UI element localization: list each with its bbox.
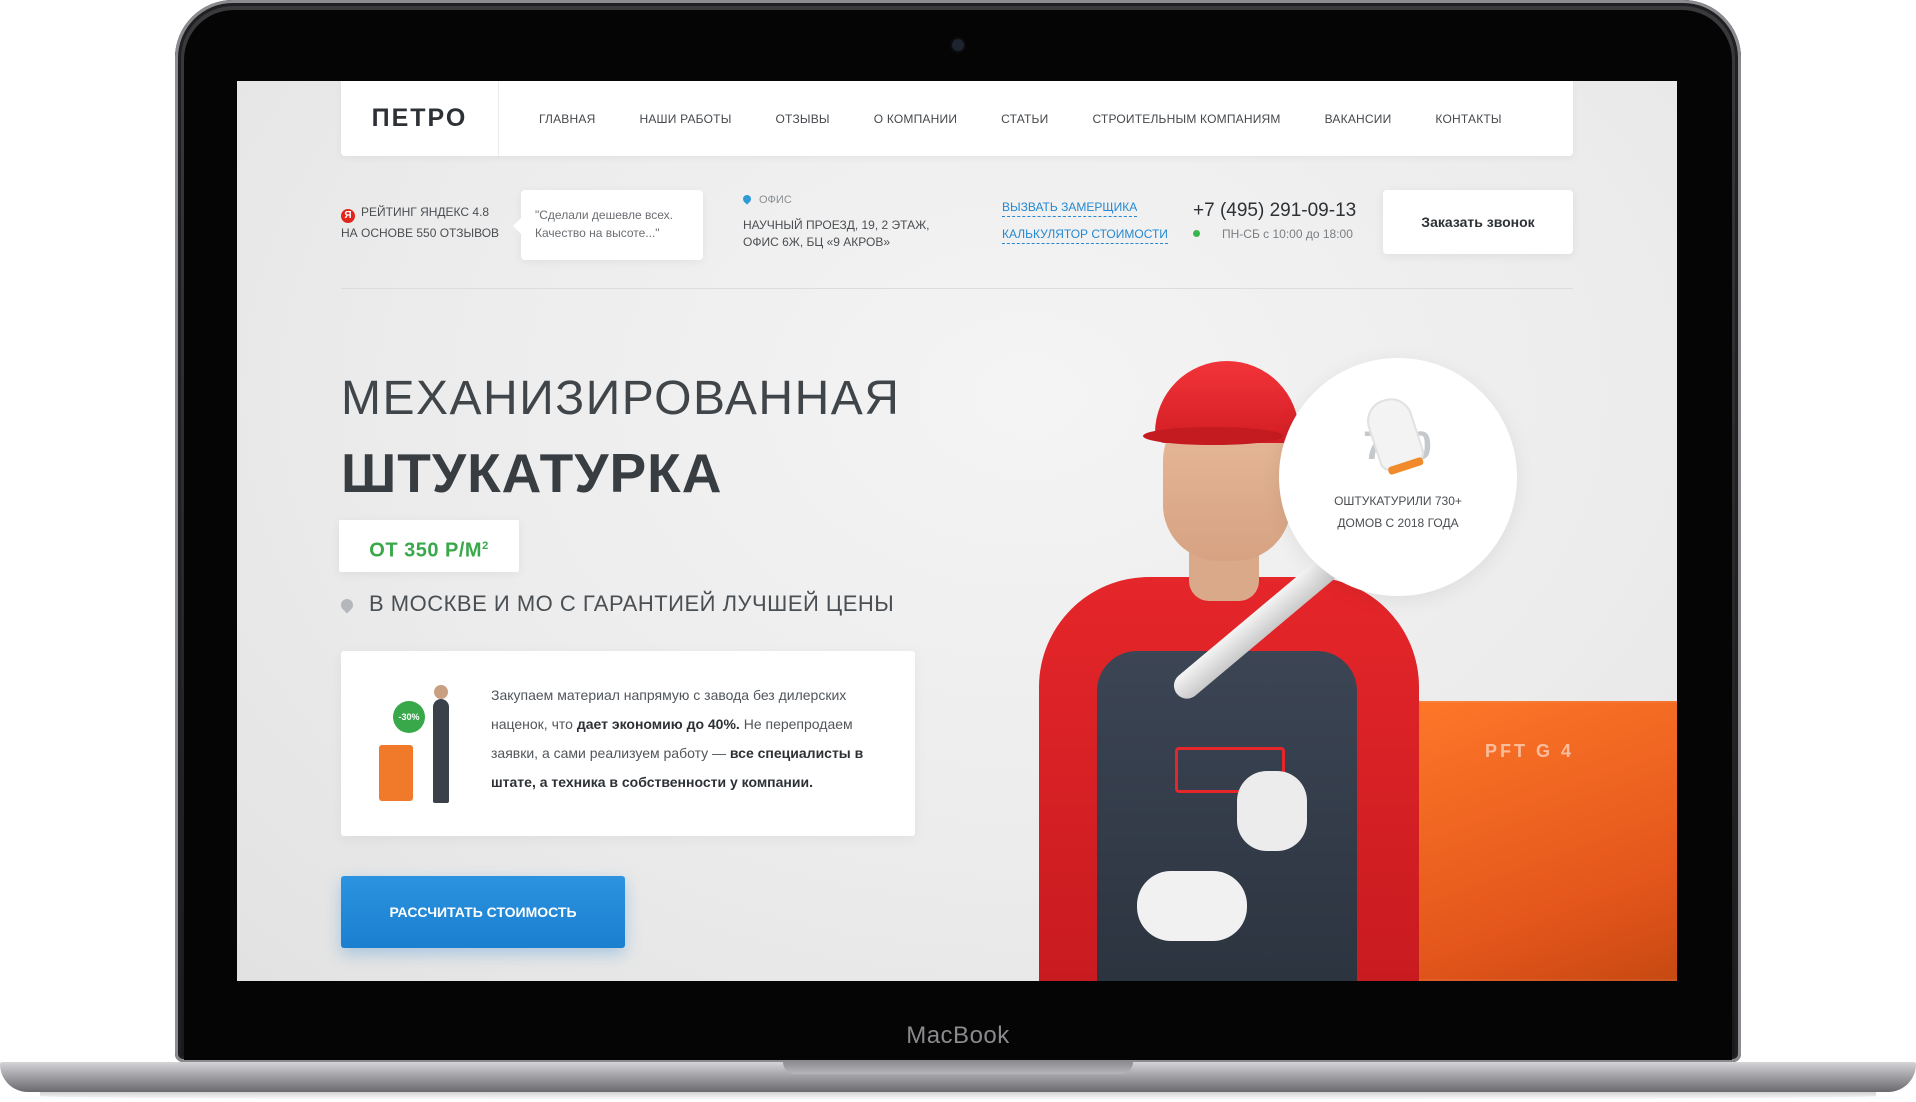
site-header: ПЕТРО ГЛАВНАЯ НАШИ РАБОТЫ ОТЗЫВЫ О КОМПА…	[341, 81, 1573, 156]
nav-item-contacts[interactable]: КОНТАКТЫ	[1435, 112, 1501, 126]
benefits-card: -30% Закупаем материал напрямую с завода…	[341, 651, 915, 836]
location-pin-icon	[741, 193, 753, 205]
stats-circle: 730 ОШТУКАТУРИЛИ 730+ ДОМОВ С 2018 ГОДА	[1279, 358, 1517, 596]
header-links: ВЫЗВАТЬ ЗАМЕРЩИКА КАЛЬКУЛЯТОР СТОИМОСТИ	[1002, 200, 1168, 254]
geo-text: В МОСКВЕ И МО С ГАРАНТИЕЙ ЛУЧШЕЙ ЦЕНЫ	[369, 591, 895, 616]
mini-worker-image	[433, 699, 449, 803]
nav-item-vacancies[interactable]: ВАКАНСИИ	[1325, 112, 1392, 126]
machine-label: PFT G 4	[1485, 741, 1575, 761]
stats-line1: ОШТУКАТУРИЛИ 730+	[1334, 494, 1462, 508]
calculate-cost-button[interactable]: РАССЧИТАТЬ СТОИМОСТЬ	[341, 876, 625, 948]
laptop-mockup: MacBook ПЕТРО ГЛАВНАЯ НАШИ РАБОТЫ ОТЗЫВЫ…	[0, 0, 1916, 1102]
main-menu: ГЛАВНАЯ НАШИ РАБОТЫ ОТЗЫВЫ О КОМПАНИИ СТ…	[539, 81, 1546, 156]
worker-glove	[1237, 771, 1307, 851]
yandex-rating[interactable]: Я РЕЙТИНГ ЯНДЕКС 4.8 НА ОСНОВЕ 550 ОТЗЫВО…	[341, 202, 499, 243]
online-status-icon	[1193, 230, 1200, 237]
stats-caption: ОШТУКАТУРИЛИ 730+ ДОМОВ С 2018 ГОДА	[1279, 490, 1517, 534]
mini-worker-head	[434, 685, 448, 699]
mini-machine-image	[379, 745, 413, 801]
nav-item-reviews[interactable]: ОТЗЫВЫ	[776, 112, 830, 126]
hero-title-line1: МЕХАНИЗИРОВАННАЯ	[341, 372, 901, 425]
worker-cap-visor	[1143, 427, 1283, 445]
office-line2: ОФИС 6Ж, БЦ «9 АКРОВ»	[743, 235, 891, 249]
promo-illustration: -30%	[367, 681, 463, 811]
price-text: ОТ 350 Р/М	[369, 539, 483, 562]
price-superscript: 2	[482, 540, 489, 552]
hero-title-line2: ШТУКАТУРКА	[341, 442, 723, 504]
nav-item-about[interactable]: О КОМПАНИИ	[874, 112, 957, 126]
website-screen: ПЕТРО ГЛАВНАЯ НАШИ РАБОТЫ ОТЗЫВЫ О КОМПА…	[237, 81, 1677, 981]
device-brand: MacBook	[906, 1022, 1010, 1049]
nav-item-home[interactable]: ГЛАВНАЯ	[539, 112, 595, 126]
review-quote: "Сделали дешевле всех. Качество на высот…	[513, 190, 703, 260]
order-call-button[interactable]: Заказать звонок	[1383, 190, 1573, 254]
laptop-shadow	[40, 1092, 1876, 1100]
benefits-text-bold1: дает экономию до 40%.	[576, 716, 740, 732]
phone-number[interactable]: +7 (495) 291-09-13	[1193, 200, 1356, 222]
cost-calculator-link[interactable]: КАЛЬКУЛЯТОР СТОИМОСТИ	[1002, 227, 1168, 244]
office-label: ОФИС	[759, 194, 792, 206]
call-measurer-link[interactable]: ВЫЗВАТЬ ЗАМЕРЩИКА	[1002, 200, 1138, 217]
price-badge: ОТ 350 Р/М2	[339, 520, 519, 572]
rating-line2: НА ОСНОВЕ 550 ОТЗЫВОВ	[341, 226, 500, 240]
header-info-row: Я РЕЙТИНГ ЯНДЕКС 4.8 НА ОСНОВЕ 550 ОТЗЫВО…	[341, 188, 1573, 268]
work-hours: ПН-СБ с 10:00 до 18:00	[1193, 227, 1356, 241]
header-divider	[341, 288, 1573, 289]
nav-item-builders[interactable]: СТРОИТЕЛЬНЫМ КОМПАНИЯМ	[1092, 112, 1280, 126]
location-pin-icon	[338, 596, 356, 614]
laptop-notch	[783, 1062, 1133, 1074]
camera-icon	[952, 39, 964, 51]
work-hours-text: ПН-СБ с 10:00 до 18:00	[1222, 227, 1353, 241]
office-address: ОФИС НАУЧНЫЙ ПРОЕЗД, 19, 2 ЭТАЖ, ОФИС 6Ж…	[741, 192, 930, 251]
nav-item-articles[interactable]: СТАТЬИ	[1001, 112, 1048, 126]
site-logo[interactable]: ПЕТРО	[341, 81, 499, 156]
geo-line: В МОСКВЕ И МО С ГАРАНТИЕЙ ЛУЧШЕЙ ЦЕНЫ	[338, 591, 895, 617]
benefits-text: Закупаем материал напрямую с завода без …	[491, 681, 901, 797]
office-line1: НАУЧНЫЙ ПРОЕЗД, 19, 2 ЭТАЖ,	[743, 218, 930, 232]
nav-item-works[interactable]: НАШИ РАБОТЫ	[639, 112, 731, 126]
stats-line2: ДОМОВ С 2018 ГОДА	[1337, 516, 1459, 530]
worker-glove	[1137, 871, 1247, 941]
yandex-icon: Я	[341, 209, 355, 223]
rating-line1: РЕЙТИНГ ЯНДЕКС 4.8	[361, 205, 490, 219]
discount-badge: -30%	[393, 701, 425, 733]
phone-block: +7 (495) 291-09-13 ПН-СБ с 10:00 до 18:0…	[1193, 200, 1356, 241]
